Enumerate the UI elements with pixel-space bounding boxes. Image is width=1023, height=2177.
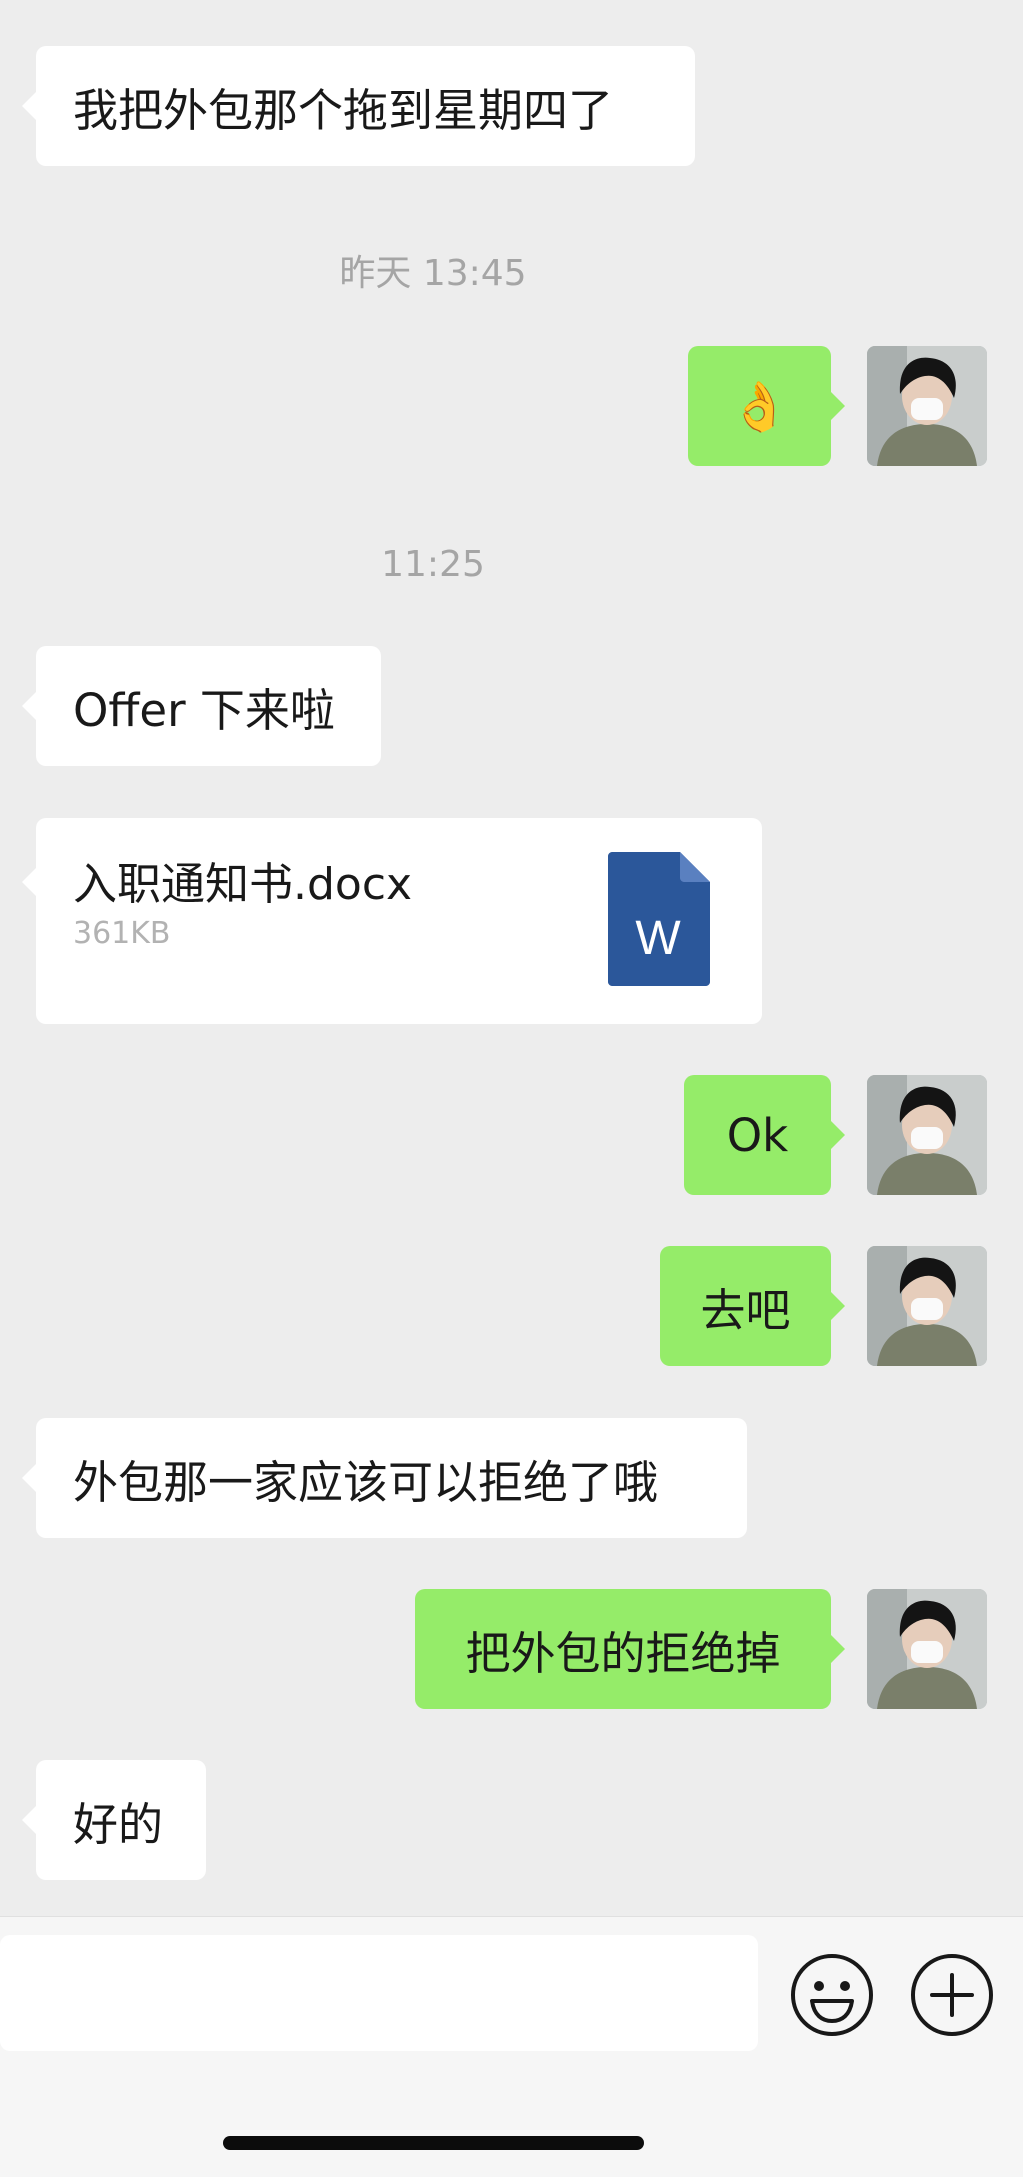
- avatar-photo: [867, 346, 987, 466]
- message-text: 把外包的拒绝掉: [465, 1626, 781, 1680]
- avatar[interactable]: [867, 346, 987, 466]
- avatar[interactable]: [867, 1075, 987, 1195]
- message-text: Offer 下来啦: [73, 683, 335, 737]
- message-text: 去吧: [700, 1283, 791, 1337]
- avatar-photo: [867, 1075, 987, 1195]
- timestamp: 昨天 13:45: [339, 253, 527, 294]
- message-bubble-received[interactable]: 外包那一家应该可以拒绝了哦: [22, 1418, 747, 1538]
- plus-circle-icon[interactable]: [910, 1953, 994, 2037]
- message-bubble-sent[interactable]: 把外包的拒绝掉: [415, 1589, 845, 1709]
- message-input[interactable]: [0, 1935, 758, 2051]
- word-doc-letter: W: [635, 912, 681, 965]
- ok-hand-emoji: 👌: [729, 378, 790, 435]
- message-bubble-sent[interactable]: 去吧: [660, 1246, 845, 1366]
- file-message-card[interactable]: 入职通知书.docx 361KB W: [22, 818, 762, 1024]
- avatar[interactable]: [867, 1246, 987, 1366]
- avatar[interactable]: [867, 1589, 987, 1709]
- message-text: Ok: [726, 1108, 789, 1162]
- file-size: 361KB: [73, 916, 171, 951]
- timestamp: 11:25: [381, 544, 485, 585]
- message-bubble-sent[interactable]: 👌: [688, 346, 845, 466]
- message-bubble-sent[interactable]: Ok: [684, 1075, 845, 1195]
- avatar-photo: [867, 1589, 987, 1709]
- avatar-photo: [867, 1246, 987, 1366]
- message-bubble-received[interactable]: 好的: [22, 1760, 206, 1880]
- word-doc-icon: W: [608, 852, 710, 986]
- chat-message-list[interactable]: 我把外包那个拖到星期四了 昨天 13:45 👌 11:25 Offer 下来啦 …: [0, 0, 1023, 1916]
- input-bar: [0, 1916, 1023, 2177]
- file-name: 入职通知书.docx: [73, 859, 413, 910]
- message-bubble-received[interactable]: Offer 下来啦: [22, 646, 381, 766]
- message-bubble-received[interactable]: 我把外包那个拖到星期四了: [22, 46, 695, 166]
- message-text: 我把外包那个拖到星期四了: [73, 83, 614, 137]
- smiley-icon[interactable]: [790, 1953, 874, 2037]
- message-text: 好的: [73, 1797, 164, 1851]
- message-text: 外包那一家应该可以拒绝了哦: [73, 1455, 659, 1509]
- home-indicator: [223, 2136, 644, 2150]
